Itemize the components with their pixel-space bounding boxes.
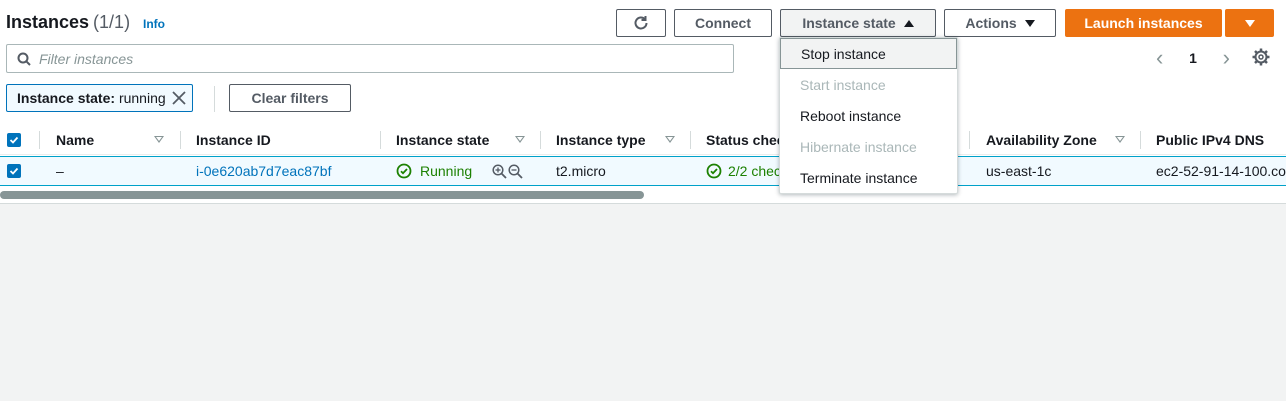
launch-options-button[interactable] [1225,9,1274,37]
cell-status-check: 2/2 chec [706,157,781,185]
zoom-in-icon[interactable] [492,163,507,179]
column-header-label: Instance state [396,131,490,148]
menu-item-terminate-instance[interactable]: Terminate instance [780,162,957,193]
column-divider [690,131,691,149]
filter-token-text: Instance state: running [17,90,166,106]
sort-icon[interactable] [1115,136,1125,143]
cell-availability-zone: us-east-1c [986,163,1052,179]
instance-state-label: Instance state [802,15,896,31]
menu-item-reboot-instance[interactable]: Reboot instance [780,100,957,131]
cell-public-dns: ec2-52-91-14-100.co [1156,163,1286,179]
instances-panel: Instances (1/1) Info Connect Instance sta… [0,0,1286,204]
filter-token-value: running [118,90,166,106]
column-divider [39,131,40,149]
clear-filters-button[interactable]: Clear filters [229,84,351,112]
filter-token-key: Instance state: [17,90,116,106]
launch-instances-label: Launch instances [1084,15,1203,31]
column-divider [969,131,970,149]
refresh-icon [634,16,648,30]
filter-search-box[interactable] [6,44,734,73]
column-header-instance-id[interactable]: Instance ID [196,124,376,155]
cell-instance-type: t2.micro [556,163,606,179]
column-header-availability-zone[interactable]: Availability Zone [986,124,1136,155]
sort-icon[interactable] [665,136,675,143]
caret-up-icon [903,19,914,27]
page-title-text: Instances [6,12,90,32]
search-icon [17,52,31,66]
actions-button[interactable]: Actions [944,9,1056,37]
column-header-status-check[interactable]: Status chec [706,124,786,155]
state-text: Running [420,163,473,179]
row-checkbox[interactable] [7,157,21,185]
status-success-icon [396,163,412,179]
remove-filter-icon[interactable] [172,91,186,105]
cell-instance-state: Running [396,157,472,185]
sort-icon[interactable] [154,136,164,143]
caret-down-icon [1244,19,1255,27]
menu-item-stop-instance[interactable]: Stop instance [780,38,957,69]
cell-name: – [56,163,64,179]
launch-instances-button[interactable]: Launch instances [1065,9,1222,37]
info-link[interactable]: Info [143,17,165,31]
zoom-out-icon[interactable] [508,163,523,179]
zoom-controls [492,157,523,185]
column-header-label: Public IPv4 DNS [1156,131,1265,148]
column-divider [380,131,381,149]
status-success-icon [706,163,722,179]
table-header: Name Instance ID Instance state Instance… [0,124,1286,155]
column-header-label: Name [56,131,95,148]
checkbox-checked-icon [7,164,21,178]
checkbox-checked-icon [7,132,21,147]
column-header-label: Instance type [556,131,646,148]
filter-token: Instance state: running [6,84,193,112]
next-page-icon[interactable]: › [1223,47,1230,69]
instance-state-menu: Stop instance Start instance Reboot inst… [779,37,958,194]
menu-item-hibernate-instance: Hibernate instance [800,138,917,155]
settings-gear-icon[interactable] [1251,47,1271,67]
instance-state-button[interactable]: Instance state [780,9,936,37]
refresh-button[interactable] [616,9,666,37]
current-page[interactable]: 1 [1189,50,1197,66]
column-header-name[interactable]: Name [56,124,176,155]
column-divider [1140,131,1141,149]
filter-divider [214,86,215,112]
column-header-public-dns[interactable]: Public IPv4 DNS [1156,124,1286,155]
column-header-instance-type[interactable]: Instance type [556,124,686,155]
column-divider [540,131,541,149]
actions-label: Actions [965,15,1017,31]
sort-icon[interactable] [515,136,525,143]
previous-page-icon[interactable]: ‹ [1156,47,1163,69]
status-check-text: 2/2 chec [728,163,781,179]
caret-down-icon [1024,19,1035,27]
column-header-label: Status chec [706,131,785,148]
pagination: ‹ 1 › [1156,47,1230,69]
column-header-instance-state[interactable]: Instance state [396,124,536,155]
menu-item-start-instance: Start instance [800,76,886,93]
instance-count: (1/1) [93,12,131,32]
clear-filters-label: Clear filters [251,90,329,106]
connect-button[interactable]: Connect [674,9,772,37]
select-all-checkbox[interactable] [7,124,21,155]
column-divider [180,131,181,149]
column-header-label: Availability Zone [986,131,1097,148]
page-title: Instances (1/1) [6,12,130,33]
horizontal-scrollbar[interactable] [0,191,644,199]
column-header-label: Instance ID [196,131,271,148]
filter-instances-input[interactable] [39,50,719,67]
instance-id-link[interactable]: i-0e620ab7d7eac87bf [196,157,331,185]
table-row[interactable]: – i-0e620ab7d7eac87bf Running t2.micro 2… [0,156,1286,186]
connect-label: Connect [695,15,751,31]
